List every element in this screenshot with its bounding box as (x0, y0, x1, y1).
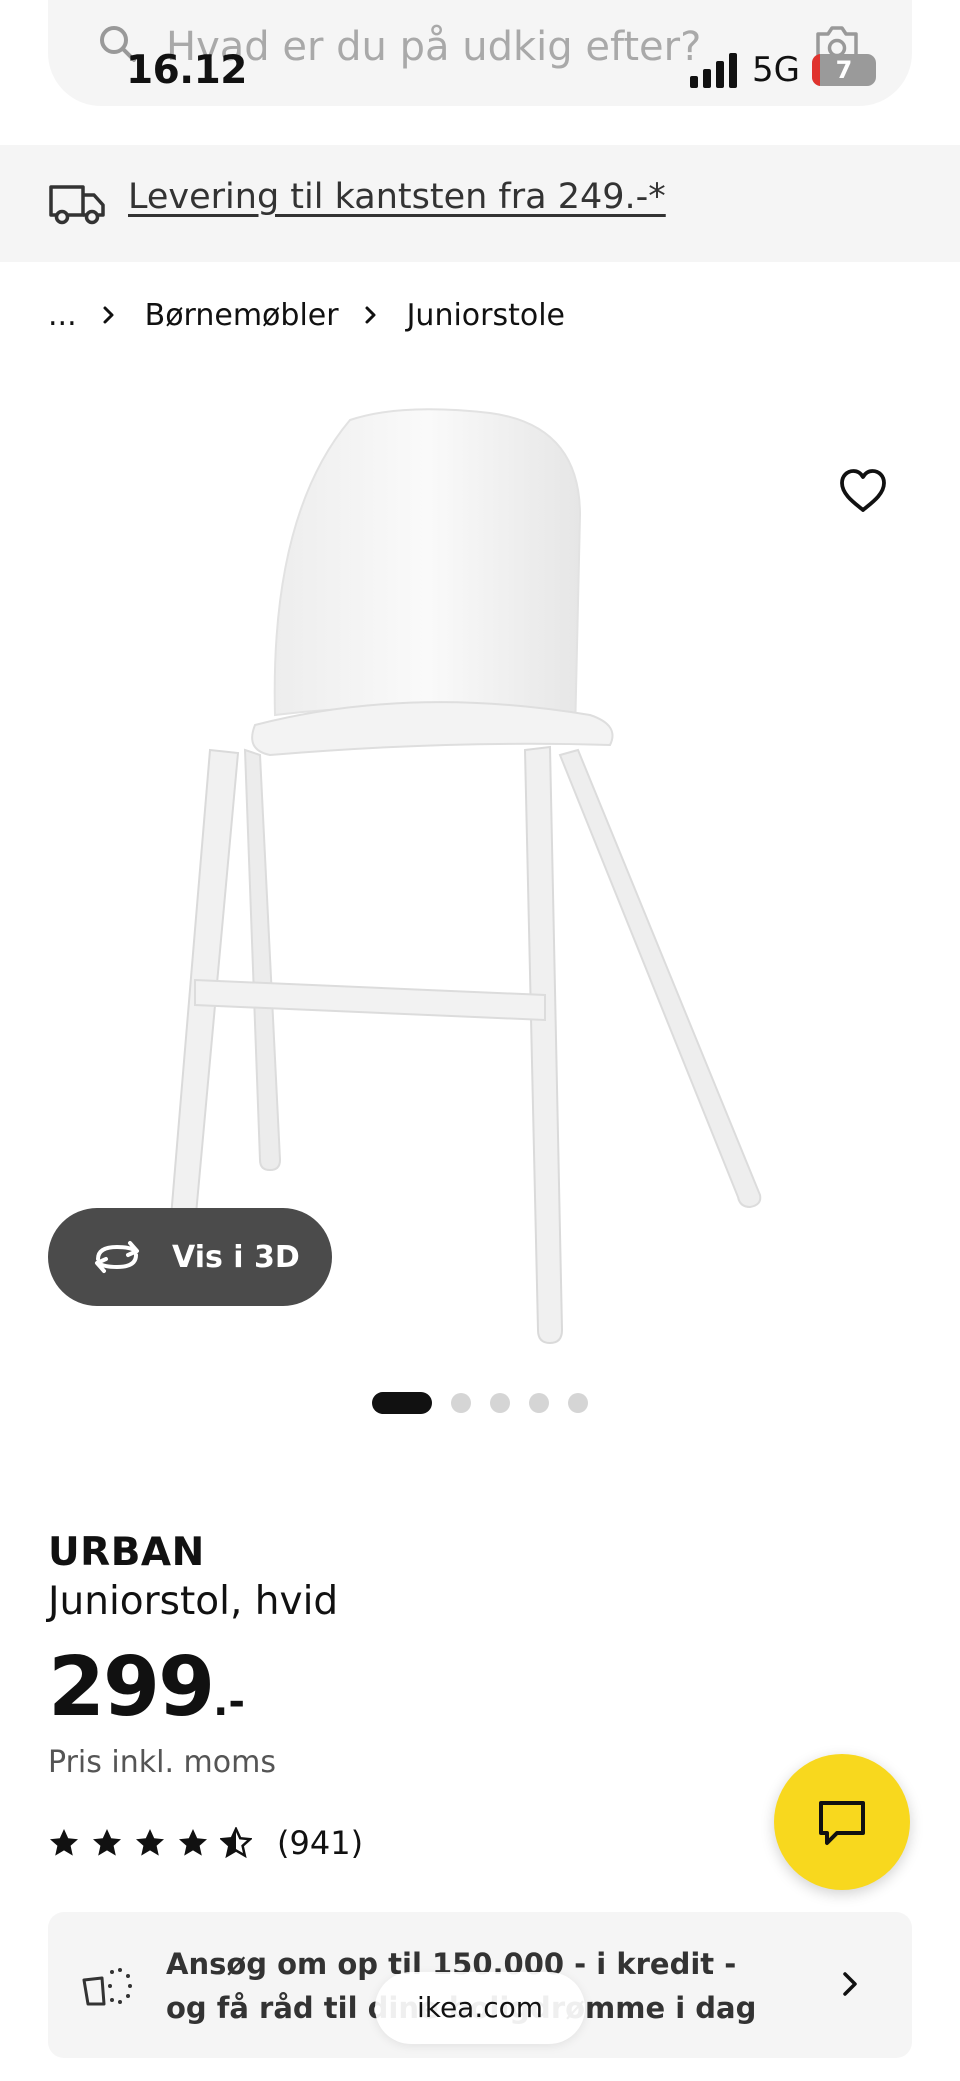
star-icon (179, 1829, 207, 1856)
price-value: 299 (48, 1640, 215, 1735)
delivery-banner[interactable]: Levering til kantsten fra 249.-* (0, 145, 960, 262)
breadcrumb: ... Børnemøbler Juniorstole (48, 294, 565, 336)
product-description: Juniorstol, hvid (48, 1579, 339, 1624)
chat-icon (819, 1801, 865, 1845)
star-half-icon (220, 1827, 252, 1859)
carousel-dot[interactable] (529, 1393, 549, 1413)
network-label: 5G (752, 50, 800, 90)
star-icon (50, 1829, 78, 1856)
product-page: Hvad er du på udkig efter? 16.12 5G 7 Le… (0, 0, 960, 2081)
price-suffix: .- (213, 1679, 245, 1725)
carousel-dot[interactable] (568, 1393, 588, 1413)
sofa-sparkle-icon (82, 1968, 132, 2006)
view-3d-label: Vis i 3D (172, 1239, 300, 1275)
breadcrumb-item-bornemobler[interactable]: Børnemøbler (145, 298, 339, 333)
browser-url-bar[interactable]: ikea.com (375, 1972, 585, 2044)
truck-icon (49, 185, 105, 225)
heart-icon[interactable] (836, 464, 890, 518)
chevron-right-icon (843, 1972, 857, 1996)
breadcrumb-item-juniorstole[interactable]: Juniorstole (407, 298, 565, 333)
chat-button[interactable] (774, 1754, 910, 1890)
breadcrumb-ellipsis[interactable]: ... (48, 298, 77, 333)
carousel-dot[interactable] (451, 1393, 471, 1413)
star-icon (136, 1829, 164, 1856)
product-name: URBAN (48, 1530, 205, 1575)
view-3d-button[interactable]: Vis i 3D (48, 1208, 332, 1306)
chevron-right-icon (103, 306, 114, 324)
carousel-dot-active[interactable] (372, 1392, 432, 1414)
battery-icon: 7 (812, 54, 876, 86)
product-rating[interactable]: (941) (48, 1824, 363, 1862)
chevron-right-icon (365, 306, 376, 324)
status-time: 16.12 (126, 48, 247, 93)
signal-icon (690, 53, 737, 88)
delivery-link[interactable]: Levering til kantsten fra 249.-* (128, 177, 666, 217)
carousel-dot[interactable] (490, 1393, 510, 1413)
price-note: Pris inkl. moms (48, 1745, 276, 1780)
carousel-indicator[interactable] (372, 1392, 588, 1414)
rotate-3d-icon (95, 1241, 139, 1273)
review-count[interactable]: (941) (277, 1824, 363, 1862)
star-icon (93, 1829, 121, 1856)
product-price: 299.- (48, 1640, 245, 1735)
battery-level: 7 (835, 56, 853, 84)
